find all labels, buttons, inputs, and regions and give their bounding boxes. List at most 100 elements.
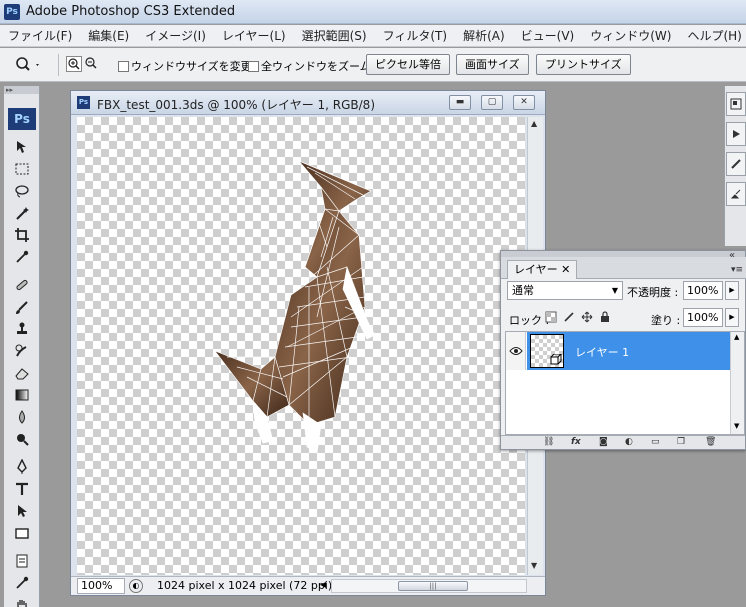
document-ps-icon: Ps — [77, 96, 90, 109]
blend-mode-select[interactable]: 通常 ▼ — [507, 281, 623, 300]
document-titlebar[interactable]: Ps FBX_test_001.3ds @ 100% (レイヤー 1, RGB/… — [71, 91, 545, 115]
document-size-info: 1024 pixel x 1024 pixel (72 ppi) — [157, 579, 333, 592]
scroll-down-icon[interactable]: ▼ — [531, 561, 537, 570]
zoom-level-field[interactable]: 100% — [77, 578, 125, 594]
eyedropper-icon[interactable] — [4, 246, 40, 268]
menu-select[interactable]: 選択範囲(S) — [302, 27, 367, 44]
scroll-left-icon[interactable]: ◀ — [320, 580, 326, 589]
eraser-icon[interactable] — [4, 362, 40, 384]
layer-item-selected[interactable]: レイヤー 1 — [527, 332, 730, 370]
move-icon[interactable] — [4, 136, 40, 158]
pen-icon[interactable] — [4, 456, 40, 478]
type-icon[interactable] — [4, 478, 40, 500]
document-horizontal-scrollbar[interactable]: ◀ ||| — [320, 579, 527, 593]
eyedropper2-icon[interactable] — [4, 572, 40, 594]
scroll-up-icon[interactable]: ▲ — [734, 333, 739, 341]
layer-style-fx-icon[interactable]: fx — [571, 437, 581, 447]
checkbox-box — [118, 60, 129, 72]
right-dock — [724, 86, 746, 246]
delete-layer-icon[interactable]: 🗑 — [705, 437, 716, 447]
link-layers-icon[interactable]: ⛓ — [543, 437, 554, 447]
layer-list: レイヤー 1 ▲ ▼ — [505, 331, 745, 435]
document-statusbar: 100% ◐ 1024 pixel x 1024 pixel (72 ppi) … — [71, 576, 545, 595]
layer-row[interactable]: レイヤー 1 — [506, 332, 730, 370]
horizontal-scroll-thumb[interactable]: ||| — [398, 581, 468, 591]
notes-icon[interactable] — [4, 550, 40, 572]
maximize-button[interactable]: ▢ — [481, 95, 503, 110]
layer-list-scrollbar[interactable]: ▲ ▼ — [730, 332, 744, 434]
stamp-icon[interactable] — [4, 318, 40, 340]
menu-edit[interactable]: 編集(E) — [88, 27, 129, 44]
lock-label: ロック : — [509, 314, 550, 327]
fill-input[interactable]: 100% — [683, 308, 723, 327]
lock-pixels-icon[interactable] — [563, 311, 575, 323]
new-group-icon[interactable]: ▭ — [651, 437, 660, 447]
menu-file[interactable]: ファイル(F) — [8, 27, 72, 44]
marquee-icon[interactable] — [4, 158, 40, 180]
new-layer-icon[interactable]: ❐ — [677, 437, 685, 447]
hand-icon[interactable] — [4, 594, 40, 607]
fit-screen-button[interactable]: 画面サイズ — [456, 54, 529, 75]
scroll-down-icon[interactable]: ▼ — [734, 422, 739, 430]
chevron-down-icon: ▼ — [611, 286, 618, 295]
actual-pixels-button[interactable]: ピクセル等倍 — [366, 54, 450, 75]
healing-icon[interactable] — [4, 274, 40, 296]
lock-transparency-icon[interactable] — [545, 311, 557, 323]
menu-analysis[interactable]: 解析(A) — [463, 27, 505, 44]
opacity-label: 不透明度 : — [627, 286, 679, 299]
visibility-eye-icon[interactable] — [506, 332, 526, 370]
panel-footer: ⛓ fx ◙ ◐ ▭ ❐ 🗑 — [501, 435, 745, 449]
ps-logo-icon[interactable]: Ps — [8, 108, 36, 130]
path-select-icon[interactable] — [4, 500, 40, 522]
menu-window[interactable]: ウィンドウ(W) — [590, 27, 671, 44]
layer-mask-icon[interactable]: ◙ — [599, 437, 608, 447]
adjustment-layer-icon[interactable]: ◐ — [625, 437, 633, 447]
menu-image[interactable]: イメージ(I) — [145, 27, 206, 44]
document-window: Ps FBX_test_001.3ds @ 100% (レイヤー 1, RGB/… — [70, 90, 546, 596]
magic-wand-icon[interactable] — [4, 202, 40, 224]
panel-menu-icon[interactable]: ▾≡ — [731, 265, 743, 275]
gradient-icon[interactable] — [4, 384, 40, 406]
tab-layers-label: レイヤー — [514, 263, 558, 276]
lock-position-icon[interactable] — [581, 311, 593, 323]
toolbox: ▸▸ Ps — [4, 86, 40, 607]
menu-help[interactable]: ヘルプ(H) — [687, 27, 741, 44]
menu-view[interactable]: ビュー(V) — [521, 27, 575, 44]
shape-icon[interactable] — [4, 522, 40, 544]
fill-slider-icon[interactable]: ▶ — [725, 308, 739, 327]
tab-close-icon[interactable]: ✕ — [561, 263, 570, 276]
print-size-button[interactable]: プリントサイズ — [536, 54, 631, 75]
zoom-out-icon[interactable] — [84, 56, 100, 72]
image-canvas[interactable] — [77, 117, 525, 575]
dodge-icon[interactable] — [4, 428, 40, 450]
options-separator — [58, 54, 59, 76]
toolbox-grip[interactable]: ▸▸ — [4, 86, 39, 94]
layer-name[interactable]: レイヤー 1 — [575, 344, 629, 360]
resize-windows-checkbox[interactable]: ウィンドウサイズを変更 — [118, 58, 252, 74]
zoom-in-icon[interactable] — [66, 56, 82, 72]
tab-layers[interactable]: レイヤー ✕ — [507, 260, 578, 279]
crop-icon[interactable] — [4, 224, 40, 246]
scroll-up-icon[interactable]: ▲ — [531, 119, 537, 128]
menu-bar: ファイル(F) 編集(E) イメージ(I) レイヤー(L) 選択範囲(S) フィ… — [0, 25, 746, 47]
navigator-icon[interactable] — [726, 92, 746, 116]
history-brush-icon[interactable] — [4, 340, 40, 362]
brush-icon[interactable] — [4, 296, 40, 318]
lasso-icon[interactable] — [4, 180, 40, 202]
close-button[interactable]: ✕ — [513, 95, 535, 110]
opacity-slider-icon[interactable]: ▶ — [725, 281, 739, 300]
status-info-icon[interactable]: ◐ — [129, 579, 143, 593]
menu-filter[interactable]: フィルタ(T) — [383, 27, 447, 44]
opacity-input[interactable]: 100% — [683, 281, 723, 300]
menu-layer[interactable]: レイヤー(L) — [222, 27, 286, 44]
zoom-tool-icon[interactable] — [14, 56, 42, 74]
actions-icon[interactable] — [726, 122, 746, 146]
tool-presets-icon[interactable] — [726, 152, 746, 176]
lock-all-icon[interactable] — [599, 311, 611, 323]
wireframe-model — [214, 160, 376, 454]
zoom-all-checkbox[interactable]: 全ウィンドウをズーム — [248, 58, 371, 74]
minimize-button[interactable]: ▬ — [449, 95, 471, 110]
zoom-all-label: 全ウィンドウをズーム — [261, 60, 371, 73]
blur-icon[interactable] — [4, 406, 40, 428]
brushes-icon[interactable] — [726, 182, 746, 206]
